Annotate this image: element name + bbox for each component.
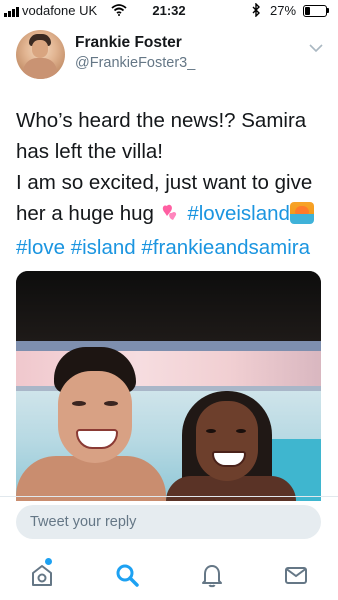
tweet-line-2: I am so excited, just want to give her a… [16,167,332,263]
search-icon [114,562,140,588]
hashtag-island[interactable]: #island [71,236,136,259]
author-handle[interactable]: @FrankieFoster3_ [75,55,195,71]
notification-dot [45,558,52,565]
hashtag-frankieandsamira[interactable]: #frankieandsamira [141,236,310,259]
divider [0,496,338,497]
battery-percent: 27% [270,3,297,18]
reply-input[interactable]: Tweet your reply [16,505,321,539]
tab-messages[interactable] [283,562,309,588]
hashtag-love[interactable]: #love [16,236,65,259]
hashtag-loveisland[interactable]: #loveisland [187,202,290,225]
status-bar: vodafone UK 21:32 27% [0,0,338,22]
author-display-name[interactable]: Frankie Foster [75,34,182,52]
bell-icon [199,562,225,588]
tweet-line-1: Who’s heard the news!? Samira has left t… [16,109,307,163]
battery-icon [303,5,327,17]
two-hearts-emoji [160,201,182,232]
tab-home[interactable] [29,562,55,588]
tweet-media-photo[interactable] [16,271,321,501]
home-icon [29,562,55,588]
reply-placeholder: Tweet your reply [30,514,137,530]
tweet-text: Who’s heard the news!? Samira has left t… [16,105,332,263]
avatar[interactable] [16,30,65,79]
mail-icon [283,562,309,588]
chevron-down-icon[interactable] [309,40,323,58]
bluetooth-icon [252,2,261,20]
battery-level [305,7,311,15]
battery-nub [327,8,329,13]
tab-notifications[interactable] [199,562,225,588]
tab-search[interactable] [114,562,140,588]
tab-bar [0,548,338,600]
sunset-emoji [289,202,314,224]
